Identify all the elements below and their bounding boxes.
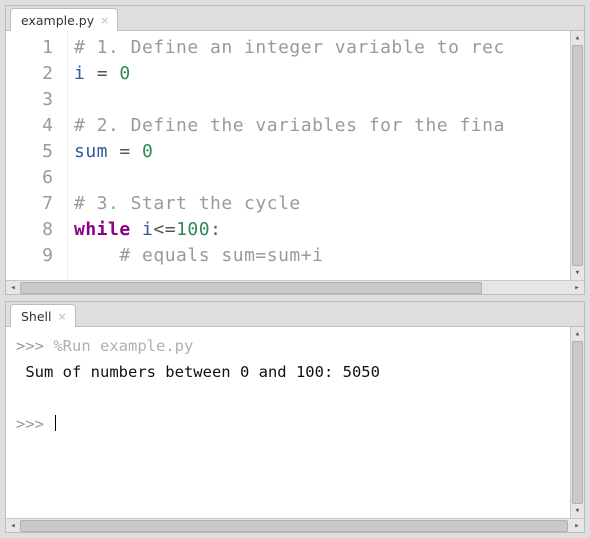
editor-tab-label: example.py <box>21 13 94 28</box>
shell-tab[interactable]: Shell × <box>10 304 76 327</box>
line-number: 3 <box>6 87 53 113</box>
code-line[interactable]: # equals sum=sum+i <box>74 243 570 269</box>
close-icon[interactable]: × <box>58 311 67 322</box>
code-line[interactable]: sum = 0 <box>74 139 570 165</box>
code-line[interactable]: # 2. Define the variables for the fina <box>74 113 570 139</box>
shell-cursor <box>55 415 56 431</box>
code-line[interactable]: # 3. Start the cycle <box>74 191 570 217</box>
shell-run-command: %Run example.py <box>53 337 193 355</box>
code-line[interactable]: # 1. Define an integer variable to rec <box>74 35 570 61</box>
shell-prompt: >>> <box>16 337 44 355</box>
line-number: 8 <box>6 217 53 243</box>
editor-panel: example.py × 123456789 # 1. Define an in… <box>5 5 585 295</box>
line-number: 6 <box>6 165 53 191</box>
scroll-up-icon[interactable]: ▴ <box>571 327 584 341</box>
editor-horizontal-scrollbar[interactable]: ◂ ▸ <box>6 280 584 294</box>
scroll-up-icon[interactable]: ▴ <box>571 31 584 45</box>
shell-prompt: >>> <box>16 415 44 433</box>
line-number: 1 <box>6 35 53 61</box>
scroll-right-icon[interactable]: ▸ <box>570 519 584 533</box>
shell-tab-bar: Shell × <box>6 302 584 327</box>
editor-tab[interactable]: example.py × <box>10 8 118 31</box>
shell-horizontal-scrollbar[interactable]: ◂ ▸ <box>6 518 584 532</box>
code-line[interactable]: while i<=100: <box>74 217 570 243</box>
line-number-gutter: 123456789 <box>6 31 68 280</box>
close-icon[interactable]: × <box>100 15 109 26</box>
scroll-left-icon[interactable]: ◂ <box>6 519 20 533</box>
scroll-right-icon[interactable]: ▸ <box>570 281 584 295</box>
line-number: 5 <box>6 139 53 165</box>
line-number: 7 <box>6 191 53 217</box>
editor-tab-bar: example.py × <box>6 6 584 31</box>
shell-output[interactable]: >>> %Run example.py Sum of numbers betwe… <box>6 327 570 479</box>
scrollbar-thumb[interactable] <box>20 282 482 294</box>
shell-panel: Shell × >>> %Run example.py Sum of numbe… <box>5 301 585 533</box>
shell-output-line: Sum of numbers between 0 and 100: 5050 <box>16 363 380 381</box>
scroll-down-icon[interactable]: ▾ <box>571 266 584 280</box>
scrollbar-thumb[interactable] <box>572 341 583 504</box>
line-number: 2 <box>6 61 53 87</box>
scrollbar-thumb[interactable] <box>20 520 568 532</box>
code-line[interactable] <box>74 87 570 113</box>
shell-tab-label: Shell <box>21 309 52 324</box>
scroll-down-icon[interactable]: ▾ <box>571 504 584 518</box>
code-area[interactable]: # 1. Define an integer variable to reci … <box>68 31 570 280</box>
line-number: 9 <box>6 243 53 269</box>
code-line[interactable]: i = 0 <box>74 61 570 87</box>
scrollbar-thumb[interactable] <box>572 45 583 266</box>
editor-vertical-scrollbar[interactable]: ▴ ▾ <box>570 31 584 280</box>
shell-vertical-scrollbar[interactable]: ▴ ▾ <box>570 327 584 518</box>
code-line[interactable] <box>74 165 570 191</box>
code-editor[interactable]: 123456789 # 1. Define an integer variabl… <box>6 31 570 280</box>
scroll-left-icon[interactable]: ◂ <box>6 281 20 295</box>
line-number: 4 <box>6 113 53 139</box>
